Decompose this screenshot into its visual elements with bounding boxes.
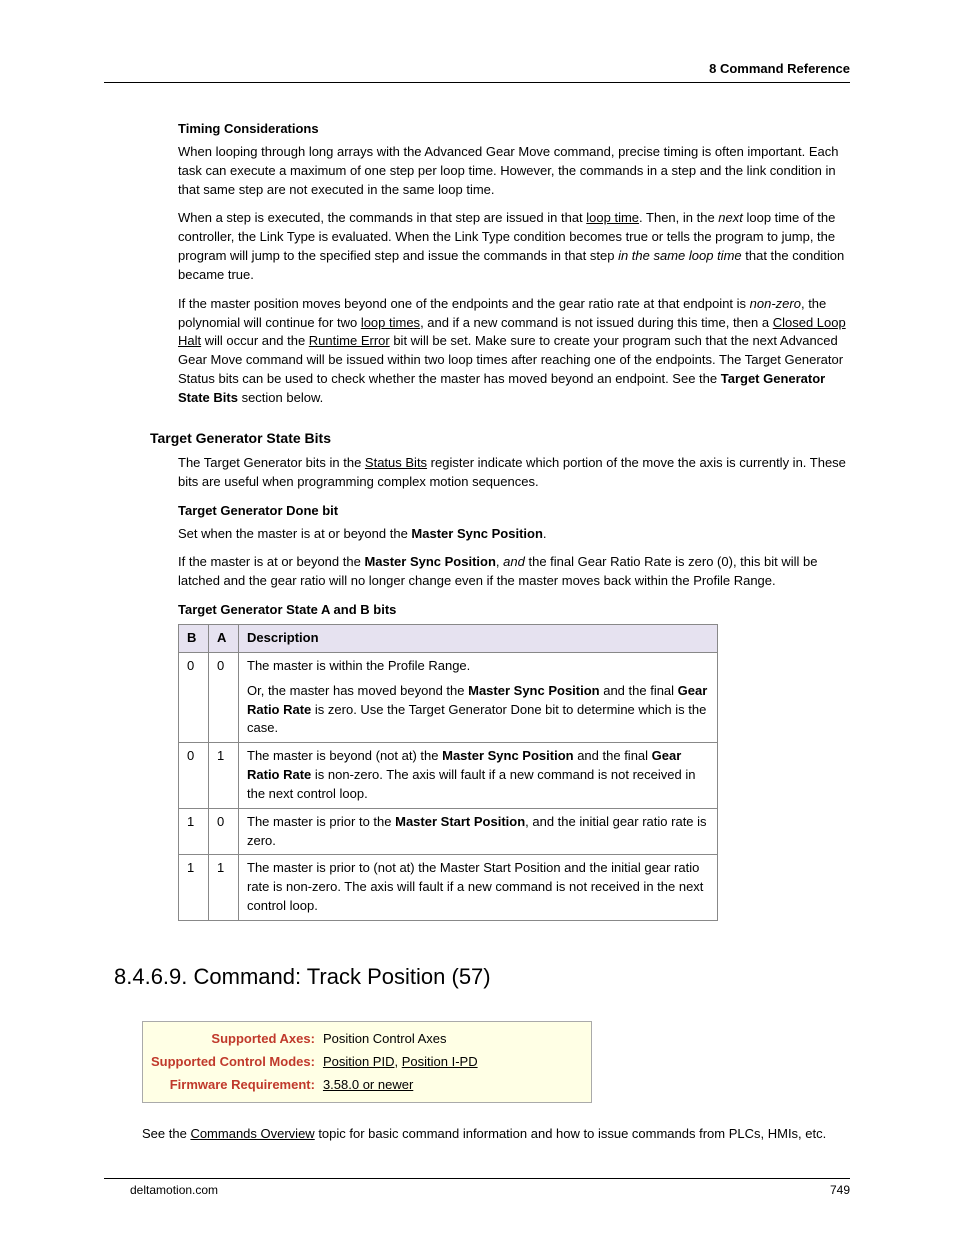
footer: deltamotion.com 749 [130,1182,850,1199]
table-row: 0 0 The master is within the Profile Ran… [179,652,718,742]
footer-left: deltamotion.com [130,1182,218,1199]
table-row: 0 1 The master is beyond (not at) the Ma… [179,743,718,809]
timing-p3: If the master position moves beyond one … [178,295,854,408]
loop-times-link[interactable]: loop times [361,315,420,330]
timing-heading: Timing Considerations [178,120,854,139]
table-row: 1 1 The master is prior to (not at) the … [179,855,718,921]
done-bit-p1: Set when the master is at or beyond the … [178,525,854,544]
timing-p1: When looping through long arrays with th… [178,143,854,200]
status-bits-link[interactable]: Status Bits [365,455,427,470]
modes-value: Position PID, Position I-PD [323,1051,486,1074]
modes-label: Supported Control Modes: [151,1051,323,1074]
position-ipd-link[interactable]: Position I-PD [402,1054,478,1069]
tgsb-intro: The Target Generator bits in the Status … [178,454,854,492]
th-desc: Description [239,625,718,653]
firmware-link[interactable]: 3.58.0 or newer [323,1077,413,1092]
header-section: 8 Command Reference [709,60,850,79]
runtime-error-link[interactable]: Runtime Error [309,333,390,348]
timing-p2: When a step is executed, the commands in… [178,209,854,284]
command-heading: 8.4.6.9. Command: Track Position (57) [114,961,854,993]
th-a: A [209,625,239,653]
command-info-box: Supported Axes: Position Control Axes Su… [142,1021,592,1104]
page-number: 749 [830,1182,850,1199]
tgsb-heading: Target Generator State Bits [150,428,854,448]
command-overview-p: See the Commands Overview topic for basi… [142,1125,854,1144]
ab-bits-heading: Target Generator State A and B bits [178,601,854,620]
axes-label: Supported Axes: [151,1028,323,1051]
done-bit-p2: If the master is at or beyond the Master… [178,553,854,591]
main-content: Timing Considerations When looping throu… [142,120,854,1144]
fw-value: 3.58.0 or newer [323,1074,486,1097]
commands-overview-link[interactable]: Commands Overview [190,1126,314,1141]
state-bits-table: B A Description 0 0 The master is within… [178,624,718,921]
footer-rule [104,1178,850,1179]
done-bit-heading: Target Generator Done bit [178,502,854,521]
table-row: 1 0 The master is prior to the Master St… [179,808,718,855]
loop-time-link[interactable]: loop time [586,210,639,225]
position-pid-link[interactable]: Position PID [323,1054,395,1069]
axes-value: Position Control Axes [323,1028,486,1051]
header-rule [104,82,850,83]
th-b: B [179,625,209,653]
fw-label: Firmware Requirement: [151,1074,323,1097]
